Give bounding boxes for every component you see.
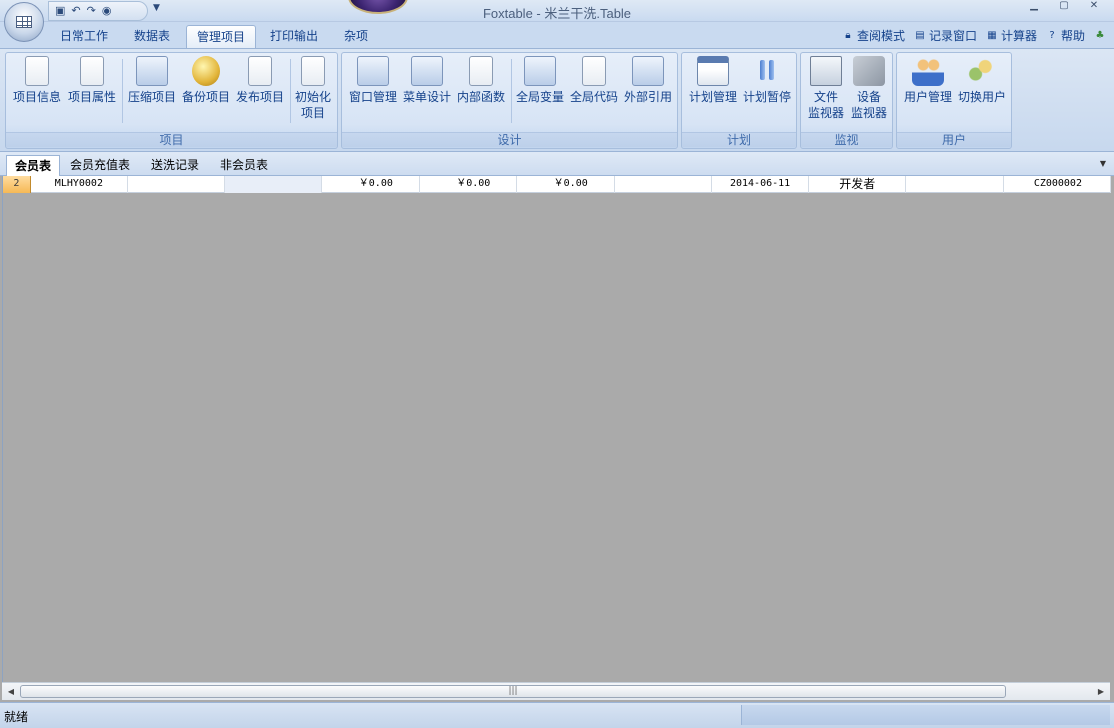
style-icon[interactable]: ♣ — [1094, 30, 1106, 42]
project-properties-button[interactable]: 项目属性 — [65, 56, 119, 105]
title-bar: ▣ ↶ ↷ ◉ ▼ Foxtable - 米兰干洗.Table ▁ ▢ ✕ — [0, 0, 1114, 22]
cell-date[interactable]: 2014-06-11 — [712, 176, 810, 193]
schedule-pause-button[interactable]: 计划暂停 — [740, 56, 794, 105]
calendar-icon — [697, 56, 729, 86]
scroll-left-icon[interactable]: ◀ — [4, 685, 18, 699]
compress-project-button[interactable]: 压缩项目 — [125, 56, 179, 105]
help-icon: ? — [1049, 29, 1055, 41]
internal-functions-button[interactable]: 内部函数 — [454, 56, 508, 105]
app-menu-button[interactable] — [4, 2, 44, 42]
certificate-icon — [25, 56, 49, 86]
cell-col8[interactable] — [615, 176, 712, 193]
separator — [290, 59, 291, 123]
cell-amount3[interactable]: ￥0.00 — [517, 176, 615, 193]
user-management-button[interactable]: 用户管理 — [901, 56, 955, 105]
record-window-button[interactable]: ▤ 记录窗口 — [914, 27, 977, 44]
close-icon[interactable]: ✕ — [1080, 0, 1108, 14]
menu-design-button[interactable]: 菜单设计 — [400, 56, 454, 105]
sheet-tab-member[interactable]: 会员表 — [6, 155, 61, 176]
table-icon — [16, 16, 32, 28]
device-monitor-button[interactable]: 设备 监视器 — [847, 56, 891, 121]
group-label-schedule: 计划 — [682, 132, 796, 147]
cell-amount2[interactable]: ￥0.00 — [420, 176, 518, 193]
status-bar: 就绪 — [0, 702, 1114, 728]
calculator-icon: ▦ — [987, 29, 997, 41]
tab-print-output[interactable]: 打印输出 — [260, 25, 328, 48]
separator — [122, 59, 123, 123]
file-monitor-button[interactable]: 文件 监视器 — [804, 56, 848, 121]
global-variables-button[interactable]: 全局变量 — [513, 56, 567, 105]
new-document-icon — [301, 56, 325, 86]
switch-user-icon — [966, 56, 998, 86]
code-icon — [582, 56, 606, 86]
cell-operator[interactable]: 开发者 — [809, 176, 907, 193]
group-user: 用户管理 切换用户 用户 — [896, 52, 1012, 149]
external-reference-button[interactable]: 外部引用 — [621, 56, 675, 105]
publish-icon — [248, 56, 272, 86]
ribbon-panel: 项目信息 项目属性 压缩项目 备份项目 发布项目 初始化 项目 项目 窗口管理 菜… — [0, 48, 1114, 151]
maximize-icon[interactable]: ▢ — [1050, 0, 1078, 14]
tab-data-table[interactable]: 数据表 — [124, 25, 180, 48]
window-title: Foxtable - 米兰干洗.Table — [482, 6, 632, 21]
data-grid[interactable]: 2 MLHY0002 ￥0.00 ￥0.00 ￥0.00 2014-06-11 … — [2, 176, 1111, 682]
lock-icon: 🔒︎ — [845, 29, 851, 41]
separator — [511, 59, 512, 123]
device-monitor-icon — [853, 56, 885, 86]
status-text: 就绪 — [4, 710, 29, 724]
cell-code[interactable]: CZ000002 — [1004, 176, 1111, 193]
group-label-design: 设计 — [342, 132, 677, 147]
global-code-button[interactable]: 全局代码 — [567, 56, 621, 105]
status-panel — [742, 705, 1110, 725]
group-label-monitor: 监视 — [801, 132, 892, 147]
users-icon — [912, 56, 944, 86]
cell-amount1[interactable]: ￥0.00 — [322, 176, 420, 193]
sheet-tab-laundry-records[interactable]: 送洗记录 — [143, 155, 207, 176]
scrollbar-thumb[interactable]: ||| — [20, 685, 1006, 698]
file-monitor-icon — [810, 56, 842, 86]
tab-manage-project[interactable]: 管理项目 — [186, 25, 257, 48]
calculator-button[interactable]: ▦ 计算器 — [986, 27, 1037, 44]
schedule-manager-button[interactable]: 计划管理 — [686, 56, 740, 105]
cell-col3[interactable] — [128, 176, 226, 193]
sheet-tab-bar: 会员表 会员充值表 送洗记录 非会员表 ▼ — [0, 151, 1114, 176]
minimize-icon[interactable]: ▁ — [1020, 0, 1048, 14]
row-number[interactable]: 2 — [3, 176, 31, 193]
scroll-right-icon[interactable]: ▶ — [1094, 685, 1108, 699]
publish-project-button[interactable]: 发布项目 — [233, 56, 287, 105]
sheet-tab-non-member[interactable]: 非会员表 — [212, 155, 276, 176]
variable-icon — [524, 56, 556, 86]
document-icon — [80, 56, 104, 86]
cell-col4[interactable] — [225, 176, 323, 193]
switch-user-button[interactable]: 切换用户 — [955, 56, 1009, 105]
window-manager-button[interactable]: 窗口管理 — [346, 56, 400, 105]
function-icon — [469, 56, 493, 86]
pause-icon — [751, 56, 783, 86]
group-monitor: 文件 监视器 设备 监视器 监视 — [800, 52, 893, 149]
horizontal-scrollbar[interactable]: ◀ ||| ▶ — [2, 682, 1110, 700]
compress-icon — [136, 56, 168, 86]
reference-icon — [632, 56, 664, 86]
chevron-down-icon[interactable]: ▼ — [1100, 159, 1106, 168]
tab-misc[interactable]: 杂项 — [334, 25, 378, 48]
ribbon-tab-bar: 日常工作 数据表 管理项目 打印输出 杂项 🔒︎ 查阅模式 ▤ 记录窗口 ▦ 计算器 … — [0, 22, 1114, 48]
form-icon — [357, 56, 389, 86]
backup-project-button[interactable]: 备份项目 — [179, 56, 233, 105]
sheet-tab-member-recharge[interactable]: 会员充值表 — [62, 155, 138, 176]
initialize-project-button[interactable]: 初始化 项目 — [292, 56, 334, 121]
table-row[interactable]: 2 MLHY0002 ￥0.00 ￥0.00 ￥0.00 2014-06-11 … — [3, 176, 1111, 193]
group-label-project: 项目 — [6, 132, 337, 147]
group-design: 窗口管理 菜单设计 内部函数 全局变量 全局代码 外部引用 设计 — [341, 52, 678, 149]
project-info-button[interactable]: 项目信息 — [10, 56, 64, 105]
view-mode-button[interactable]: 🔒︎ 查阅模式 — [842, 27, 905, 44]
cell-col11[interactable] — [906, 176, 1004, 193]
tab-daily-work[interactable]: 日常工作 — [50, 25, 118, 48]
database-icon — [192, 56, 220, 86]
group-label-user: 用户 — [897, 132, 1011, 147]
group-project: 项目信息 项目属性 压缩项目 备份项目 发布项目 初始化 项目 项目 — [5, 52, 338, 149]
group-schedule: 计划管理 计划暂停 计划 — [681, 52, 797, 149]
window-icon: ▤ — [915, 29, 925, 41]
help-button[interactable]: ? 帮助 — [1046, 27, 1085, 44]
tools-icon — [411, 56, 443, 86]
cell-member-id[interactable]: MLHY0002 — [31, 176, 128, 193]
